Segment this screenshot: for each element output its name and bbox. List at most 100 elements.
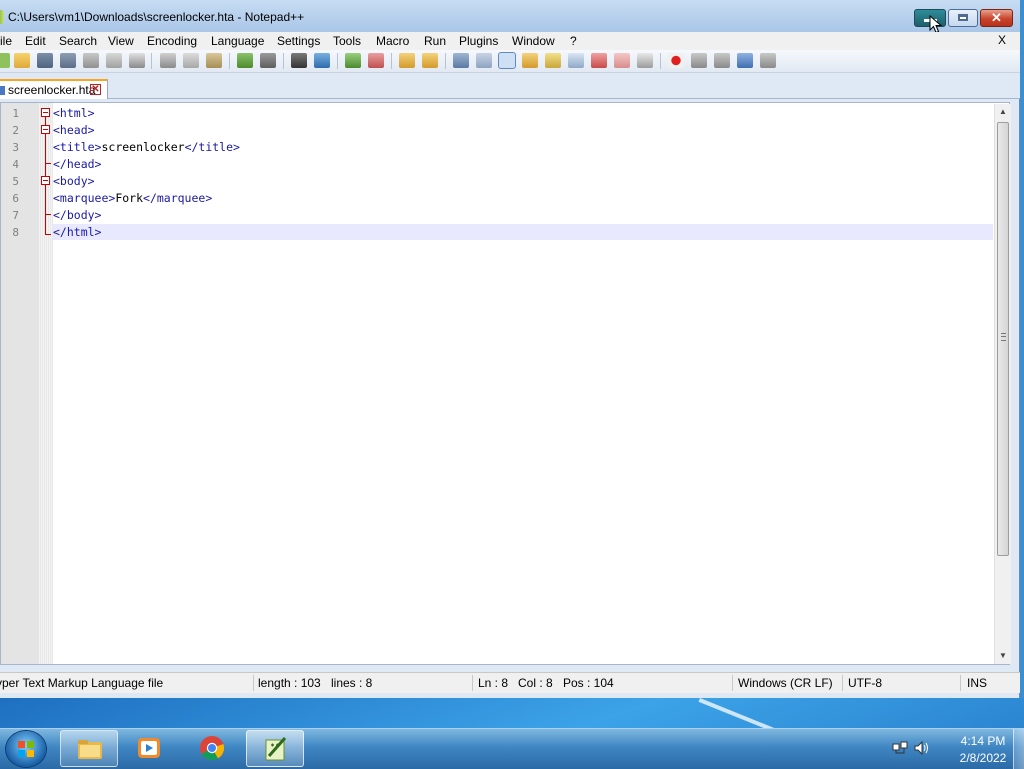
- scroll-up-arrow-icon[interactable]: ▲: [995, 104, 1011, 120]
- code-line[interactable]: <html>: [53, 106, 95, 120]
- project-panel-icon[interactable]: [614, 53, 630, 68]
- fold-margin[interactable]: [39, 103, 53, 664]
- document-map-icon[interactable]: [545, 53, 561, 68]
- menu-tools[interactable]: Tools: [333, 33, 361, 49]
- scroll-down-arrow-icon[interactable]: ▼: [995, 648, 1011, 664]
- zoom-out-icon[interactable]: [368, 53, 384, 68]
- toolbar-separator: [283, 53, 284, 69]
- status-pos: Pos : 104: [563, 676, 614, 690]
- status-ln: Ln : 8: [478, 676, 509, 690]
- word-wrap-icon[interactable]: [453, 53, 469, 68]
- close-button[interactable]: ✕: [980, 9, 1013, 27]
- network-icon[interactable]: [892, 741, 908, 755]
- taskbar-media-player[interactable]: [120, 730, 178, 767]
- new-file-icon[interactable]: [0, 53, 10, 68]
- toolbar-separator: [151, 53, 152, 69]
- menu-search[interactable]: Search: [59, 33, 97, 49]
- close-file-icon[interactable]: [83, 53, 99, 68]
- close-all-icon[interactable]: [106, 53, 122, 68]
- toolbar-separator: [445, 53, 446, 69]
- indent-guide-icon[interactable]: [498, 52, 516, 69]
- fold-collapse-icon[interactable]: [41, 176, 50, 185]
- menu-plugins[interactable]: Plugins: [459, 33, 498, 49]
- toolbar-separator: [229, 53, 230, 69]
- close-document-button[interactable]: X: [998, 33, 1006, 47]
- clock-date[interactable]: 2/8/2022: [948, 751, 1018, 765]
- cut-icon[interactable]: [160, 53, 176, 68]
- redo-icon[interactable]: [260, 53, 276, 68]
- tab-label: screenlocker.hta: [8, 83, 96, 97]
- code-line[interactable]: </head>: [53, 157, 101, 171]
- menu-settings[interactable]: Settings: [277, 33, 320, 49]
- status-insert-mode[interactable]: INS: [967, 676, 987, 690]
- code-line[interactable]: <body>: [53, 174, 95, 188]
- taskbar-chrome[interactable]: [183, 730, 241, 767]
- tab-screenlocker[interactable]: screenlocker.hta ✕: [0, 79, 108, 99]
- menu-encoding[interactable]: Encoding: [147, 33, 197, 49]
- fold-collapse-icon[interactable]: [41, 108, 50, 117]
- menu-edit[interactable]: Edit: [25, 33, 46, 49]
- menu-help[interactable]: ?: [570, 33, 577, 49]
- find-icon[interactable]: [291, 53, 307, 68]
- desktop-background[interactable]: [0, 698, 1024, 728]
- status-separator: [732, 675, 733, 691]
- function-list-icon[interactable]: [568, 53, 584, 68]
- line-number: 2: [12, 124, 19, 137]
- taskbar-file-explorer[interactable]: [60, 730, 118, 767]
- vertical-scrollbar[interactable]: ▲ ▼: [994, 104, 1011, 664]
- code-line[interactable]: </body>: [53, 208, 101, 222]
- system-tray: 4:14 PM 2/8/2022: [886, 729, 1024, 769]
- code-line[interactable]: <head>: [53, 123, 95, 137]
- user-defined-language-icon[interactable]: [522, 53, 538, 68]
- taskbar-notepad-plus-plus[interactable]: [246, 730, 304, 767]
- menu-file[interactable]: ile: [0, 33, 12, 49]
- clock-time[interactable]: 4:14 PM: [948, 734, 1018, 748]
- save-macro-icon[interactable]: [760, 53, 776, 68]
- print-icon[interactable]: [129, 53, 145, 68]
- sync-horizontal-scroll-icon[interactable]: [422, 53, 438, 68]
- close-icon: ✕: [991, 10, 1002, 25]
- replace-icon[interactable]: [314, 53, 330, 68]
- record-macro-icon[interactable]: [668, 53, 684, 68]
- stop-recording-icon[interactable]: [691, 53, 707, 68]
- fold-end-marker: [45, 214, 51, 215]
- menu-view[interactable]: View: [108, 33, 134, 49]
- copy-icon[interactable]: [183, 53, 199, 68]
- line-number: 3: [12, 141, 19, 154]
- save-all-icon[interactable]: [60, 53, 76, 68]
- line-number: 5: [12, 175, 19, 188]
- menu-window[interactable]: Window: [512, 33, 555, 49]
- code-line[interactable]: <title>screenlocker</title>: [53, 140, 240, 154]
- zoom-in-icon[interactable]: [345, 53, 361, 68]
- maximize-button[interactable]: [948, 9, 978, 27]
- playback-macro-icon[interactable]: [714, 53, 730, 68]
- editor[interactable]: 1 2 3 4 5 6 7 8 <html> <head> <title>scr…: [0, 102, 1011, 665]
- monitoring-icon[interactable]: [637, 53, 653, 68]
- folder-as-workspace-icon[interactable]: [591, 53, 607, 68]
- start-button[interactable]: [6, 731, 46, 767]
- scrollbar-thumb[interactable]: [997, 122, 1009, 556]
- menu-macro[interactable]: Macro: [376, 33, 409, 49]
- menu-language[interactable]: Language: [211, 33, 264, 49]
- code-line[interactable]: <marquee>Fork</marquee>: [53, 191, 212, 205]
- volume-icon[interactable]: [914, 741, 930, 755]
- notepad-plus-plus-app-icon[interactable]: [0, 10, 4, 24]
- save-icon[interactable]: [37, 53, 53, 68]
- status-eol[interactable]: Windows (CR LF): [738, 676, 833, 690]
- line-number: 6: [12, 192, 19, 205]
- show-all-characters-icon[interactable]: [476, 53, 492, 68]
- tab-close-icon[interactable]: ✕: [90, 84, 101, 95]
- title-bar[interactable]: C:\Users\vm1\Downloads\screenlocker.hta …: [0, 0, 1020, 34]
- menu-run[interactable]: Run: [424, 33, 446, 49]
- undo-icon[interactable]: [237, 53, 253, 68]
- status-encoding[interactable]: UTF-8: [848, 676, 882, 690]
- sync-vertical-scroll-icon[interactable]: [399, 53, 415, 68]
- show-desktop-button[interactable]: [1013, 729, 1024, 769]
- paste-icon[interactable]: [206, 53, 222, 68]
- windows-logo-icon: [18, 741, 34, 757]
- open-file-icon[interactable]: [14, 53, 30, 68]
- code-line[interactable]: </html>: [53, 225, 101, 239]
- run-macro-multiple-icon[interactable]: [737, 53, 753, 68]
- file-icon: [0, 86, 5, 95]
- fold-collapse-icon[interactable]: [41, 125, 50, 134]
